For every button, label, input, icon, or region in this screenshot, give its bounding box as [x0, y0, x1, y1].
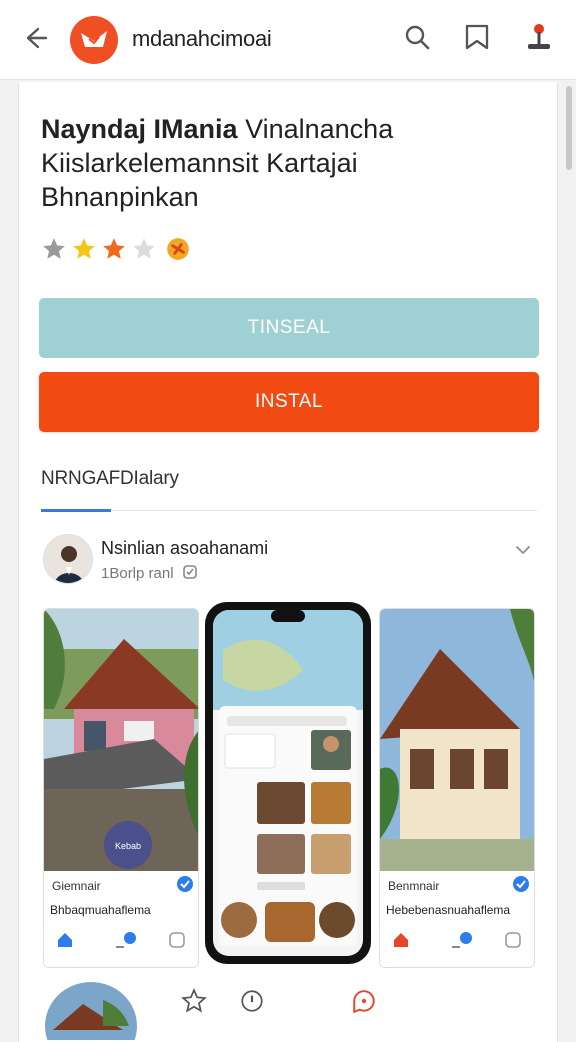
bottom-action-row — [43, 980, 539, 1040]
author-name: Nsinlian asoahanami — [101, 538, 269, 558]
thumbnail-image[interactable] — [43, 980, 139, 1040]
star-icon — [43, 238, 65, 259]
phone-screen — [213, 610, 363, 956]
shot-badge-text: Kebab — [115, 841, 141, 851]
divider — [41, 510, 537, 511]
star-icon — [133, 238, 155, 259]
home-icon[interactable] — [56, 931, 74, 949]
back-arrow-icon[interactable] — [20, 24, 48, 52]
tab-gallery[interactable]: NRNGAFDIalary — [41, 468, 179, 490]
author-meta-text: 1Borlp ranl — [101, 565, 174, 582]
info-icon[interactable] — [239, 988, 265, 1014]
screenshot-desc: Hebebenasnuahaflema — [386, 903, 511, 917]
house-photo: Kebab — [44, 609, 198, 873]
bookmark-icon[interactable] — [462, 22, 492, 52]
badge-icon — [177, 876, 193, 892]
messages-icon[interactable] — [114, 931, 136, 949]
screenshot-desc: Bhbaqmuahaflema — [50, 903, 151, 917]
avatar[interactable] — [43, 534, 93, 584]
app-title-block: Nayndaj IMania Vinalnancha Kiislarkelema… — [41, 112, 541, 214]
scrollbar[interactable] — [566, 86, 572, 170]
verified-icon — [182, 565, 197, 579]
badge-icon[interactable] — [165, 236, 191, 262]
install-button[interactable]: INSTAL — [39, 372, 539, 432]
badge-icon — [513, 876, 529, 892]
comment-icon[interactable] — [351, 988, 377, 1014]
star-outline-icon[interactable] — [181, 988, 207, 1014]
screenshot-left[interactable]: Kebab Giemnair Bhbaqmuahaflema — [43, 608, 199, 968]
home-icon[interactable] — [392, 931, 410, 949]
title-bold: Nayndaj IMania — [41, 114, 238, 144]
screenshot-right[interactable]: Benmnair Hebebenasnuahaflema — [379, 608, 535, 968]
house-photo — [380, 609, 534, 873]
app-detail-card: Nayndaj IMania Vinalnancha Kiislarkelema… — [18, 82, 558, 1042]
joystick-icon[interactable] — [524, 22, 554, 52]
screenshot-caption-bar: Benmnair Hebebenasnuahaflema — [380, 871, 534, 967]
screenshot-caption-bar: Giemnair Bhbaqmuahaflema — [44, 871, 198, 967]
screenshot-name: Benmnair — [388, 879, 440, 893]
profile-icon[interactable] — [168, 931, 186, 949]
title-rest: Vinalnancha — [245, 114, 394, 144]
title-line-2: Kiislarkelemannsit Kartajai — [41, 148, 358, 178]
title-line-3: Bhnanpinkan — [41, 182, 199, 212]
star-icon — [73, 238, 95, 259]
search-icon[interactable] — [402, 22, 432, 52]
messages-icon[interactable] — [450, 931, 472, 949]
tab-underline — [41, 509, 111, 512]
chevron-down-icon[interactable] — [513, 540, 533, 560]
author-meta: 1Borlp ranl — [101, 564, 198, 582]
top-app-bar: mdanahcimoai — [0, 0, 576, 80]
app-logo[interactable] — [70, 16, 118, 64]
secondary-action-button[interactable]: TINSEAL — [39, 298, 539, 358]
star-icon — [103, 238, 125, 259]
screenshot-name: Giemnair — [52, 879, 101, 893]
profile-icon[interactable] — [504, 931, 522, 949]
phone-mockup[interactable] — [205, 602, 371, 964]
app-title: mdanahcimoai — [132, 26, 272, 51]
